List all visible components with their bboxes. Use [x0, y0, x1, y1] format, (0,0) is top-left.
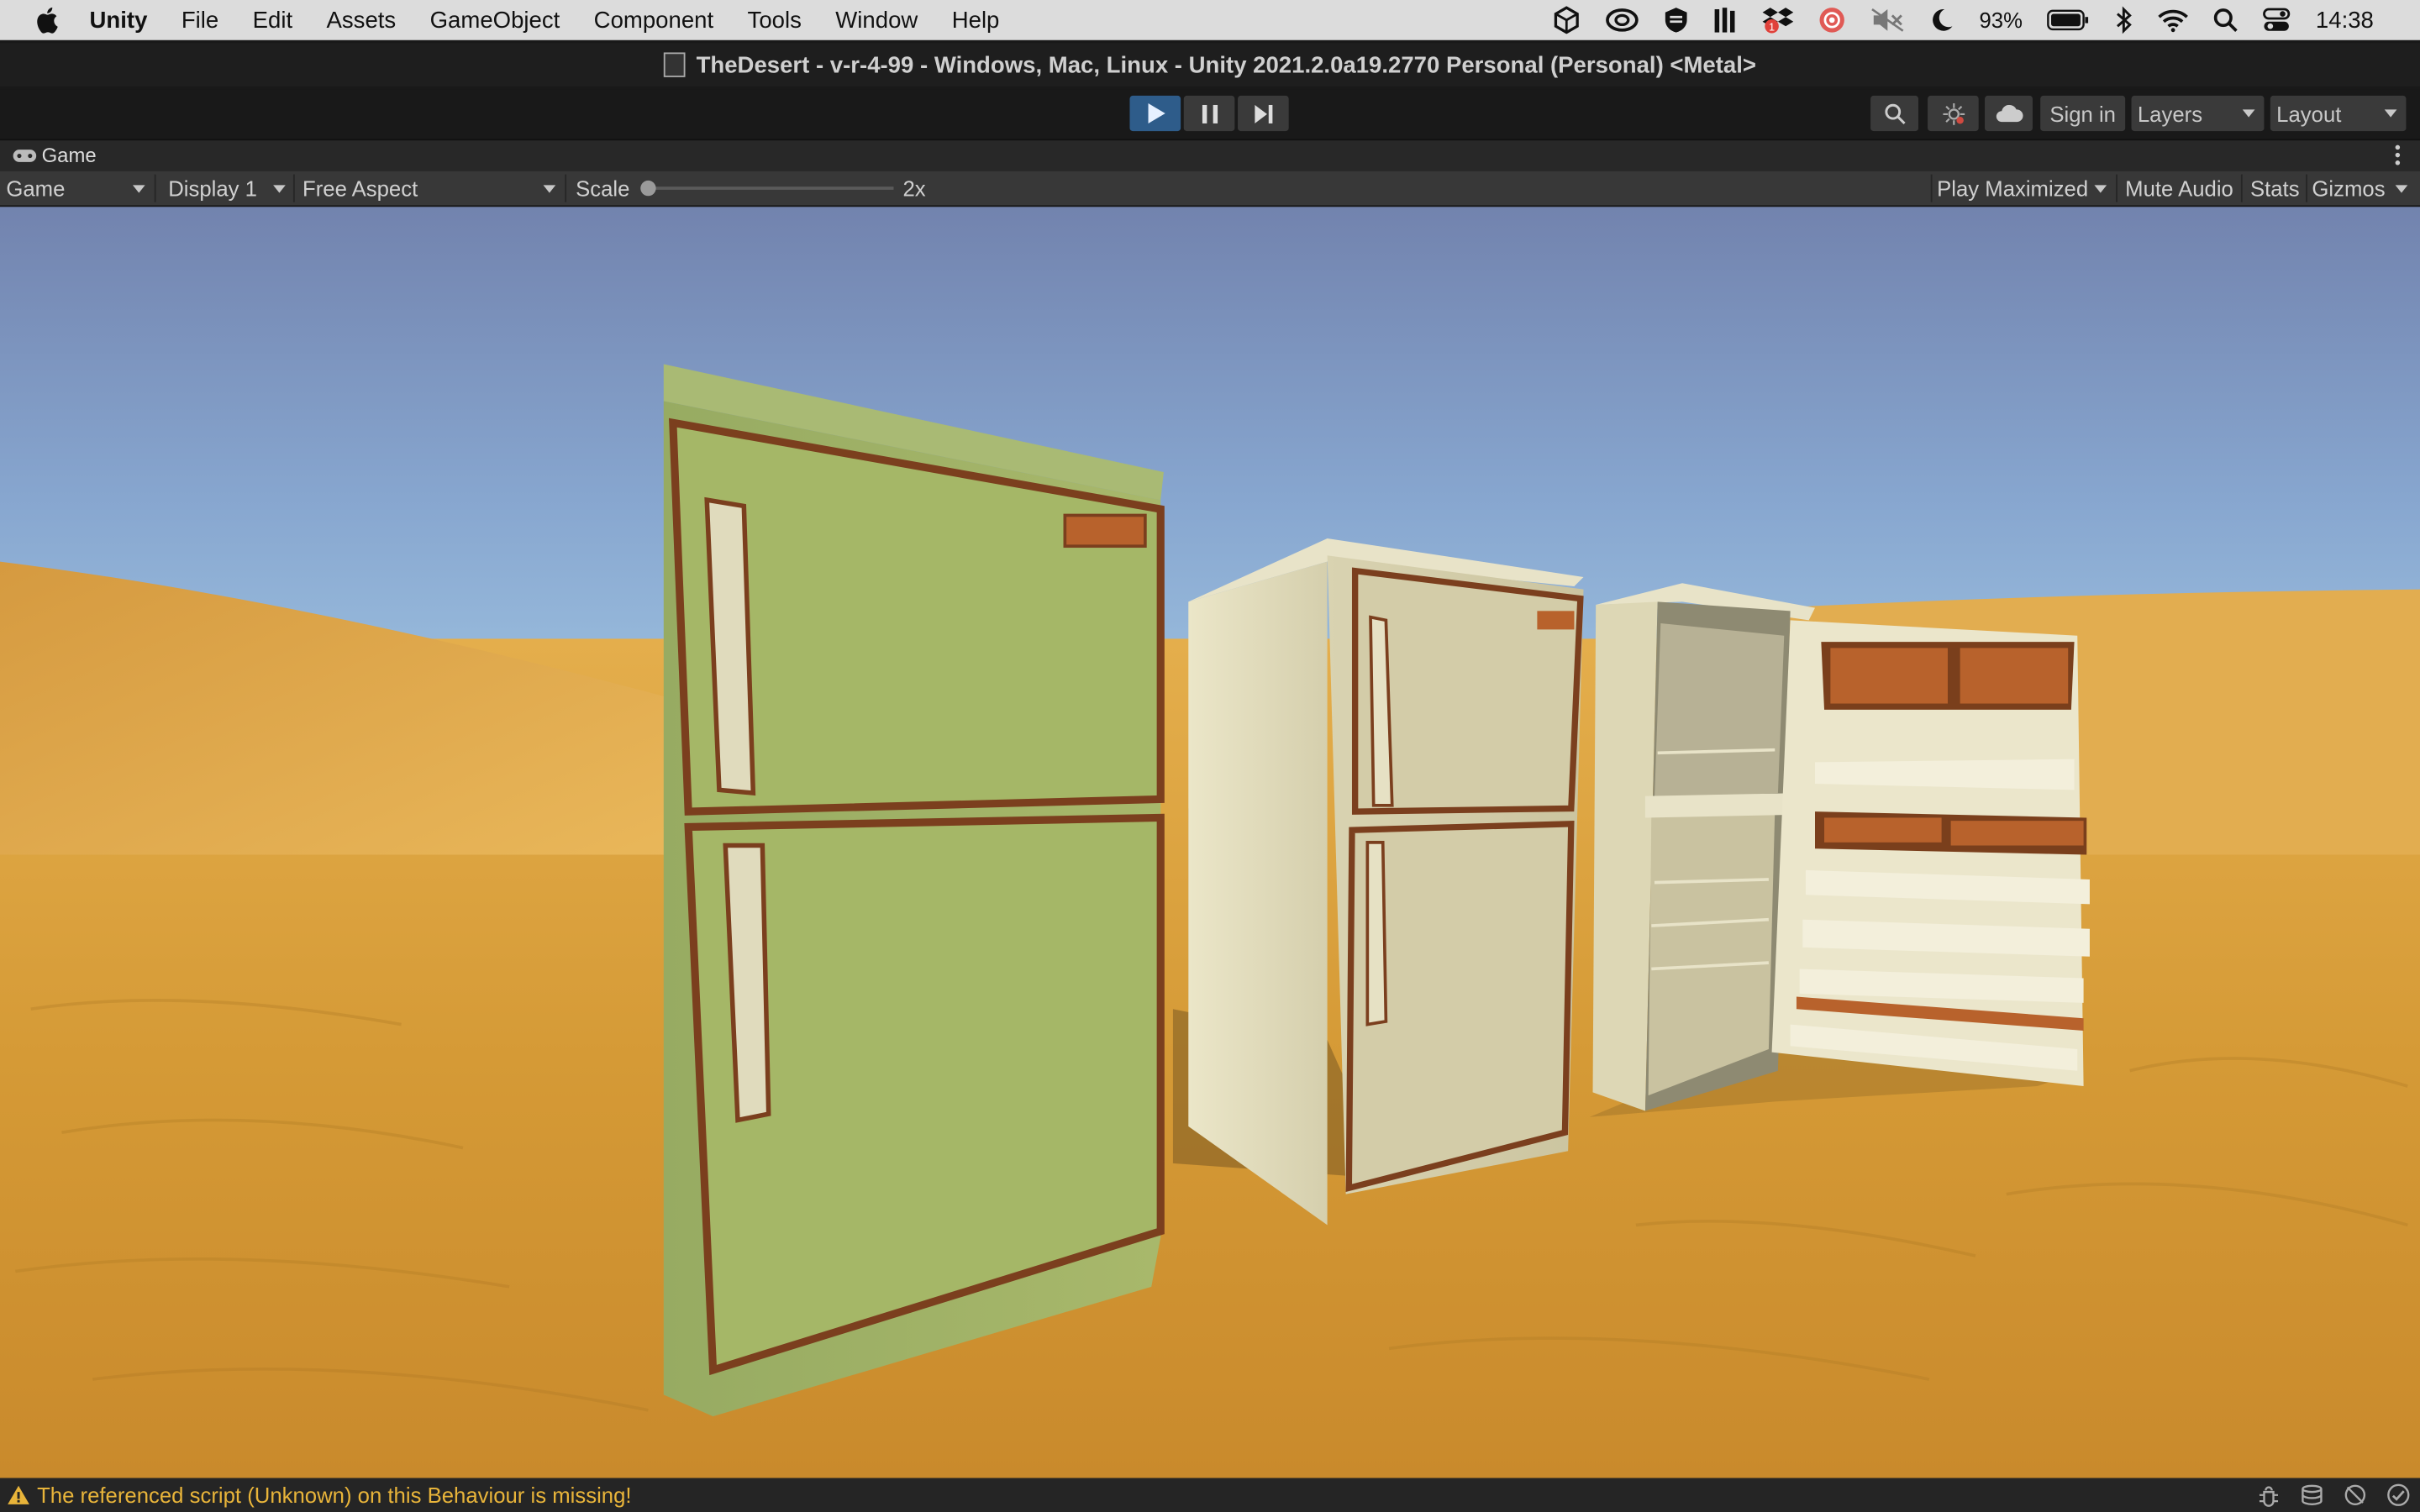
control-center-icon[interactable]: [2263, 8, 2291, 32]
display-select-label: Display 1: [168, 176, 257, 201]
view-select[interactable]: Game: [6, 171, 148, 205]
main-toolbar: Sign in Layers Layout: [0, 89, 2420, 139]
open-fridge: [1592, 583, 2090, 1111]
menu-app-unity[interactable]: Unity: [90, 7, 148, 33]
pause-icon: [1201, 103, 1218, 123]
play-button[interactable]: [1129, 95, 1181, 132]
sound-muted-icon[interactable]: [1871, 8, 1905, 32]
game-scene-render: [0, 207, 2420, 1478]
unity-hub-icon[interactable]: [1554, 6, 1581, 34]
game-view-viewport[interactable]: [0, 207, 2420, 1478]
menubar-clock[interactable]: 14:38: [2316, 7, 2374, 33]
layout-dropdown[interactable]: Layout: [2270, 95, 2407, 132]
window-title: TheDesert - v-r-4-99 - Windows, Mac, Lin…: [696, 51, 1757, 78]
menu-edit[interactable]: Edit: [253, 7, 292, 33]
panel-menu-icon[interactable]: [2395, 144, 2402, 169]
wifi-icon[interactable]: [2159, 8, 2190, 33]
scale-slider-handle[interactable]: [640, 180, 656, 197]
layers-label: Layers: [2137, 101, 2203, 126]
debug-bug-icon[interactable]: [2256, 1483, 2281, 1507]
chevron-down-icon: [543, 184, 556, 192]
vpn-shield-icon[interactable]: [1665, 6, 1689, 34]
aspect-select[interactable]: Free Aspect: [302, 171, 559, 205]
chevron-down-icon: [132, 184, 145, 192]
menu-file[interactable]: File: [182, 7, 218, 33]
scale-label: Scale: [576, 176, 630, 201]
apple-icon[interactable]: [34, 6, 67, 34]
menu-window[interactable]: Window: [835, 7, 918, 33]
stats-toggle[interactable]: Stats: [2250, 171, 2300, 205]
gizmos-dropdown[interactable]: [2392, 171, 2414, 205]
mute-audio-toggle[interactable]: Mute Audio: [2125, 171, 2233, 205]
scale-slider[interactable]: [640, 171, 894, 205]
chevron-down-icon: [2242, 109, 2255, 118]
record-icon[interactable]: [1818, 6, 1846, 34]
check-circle-icon[interactable]: [2386, 1483, 2411, 1507]
document-icon: [663, 52, 686, 77]
menu-tools[interactable]: Tools: [748, 7, 802, 33]
collab-icon: [1942, 102, 1965, 124]
search-icon: [1884, 102, 1905, 124]
spotlight-search-icon[interactable]: [2214, 8, 2238, 33]
aspect-select-label: Free Aspect: [302, 176, 418, 201]
chevron-down-icon: [273, 184, 286, 192]
layout-label: Layout: [2276, 101, 2342, 126]
creative-cloud-icon[interactable]: [1606, 8, 1639, 32]
bluetooth-icon[interactable]: [2115, 6, 2133, 34]
gamepad-icon: [13, 149, 37, 161]
dropbox-icon[interactable]: 1: [1763, 6, 1795, 34]
layers-dropdown[interactable]: Layers: [2131, 95, 2265, 132]
cream-fridge: [1188, 538, 1584, 1226]
macos-menu-bar: Unity File Edit Assets GameObject Compon…: [0, 0, 2420, 40]
step-icon: [1254, 103, 1272, 123]
view-select-label: Game: [6, 176, 66, 201]
sign-in-button[interactable]: Sign in: [2040, 95, 2126, 132]
play-maximized-dropdown[interactable]: Play Maximized: [1937, 171, 2110, 205]
display-select[interactable]: Display 1: [168, 171, 288, 205]
scale-value: 2x: [902, 176, 926, 201]
cloud-button[interactable]: [1985, 95, 2033, 132]
do-not-disturb-moon-icon[interactable]: [1930, 8, 1954, 32]
menu-component[interactable]: Component: [594, 7, 713, 33]
warning-icon: [8, 1485, 29, 1504]
tab-game[interactable]: Game: [13, 143, 97, 167]
window-title-bar: TheDesert - v-r-4-99 - Windows, Mac, Lin…: [0, 43, 2420, 87]
step-button[interactable]: [1238, 95, 1289, 132]
game-panel-header: Game: [0, 139, 2420, 173]
cloud-icon: [1995, 103, 2023, 122]
status-message: The referenced script (Unknown) on this …: [37, 1483, 632, 1508]
cache-server-icon[interactable]: [2300, 1483, 2324, 1507]
battery-percent: 93%: [1979, 8, 2023, 33]
chevron-down-icon: [2384, 109, 2397, 118]
library-books-icon[interactable]: [1714, 6, 1739, 34]
play-maximized-label: Play Maximized: [1937, 176, 2089, 201]
console-status-bar[interactable]: The referenced script (Unknown) on this …: [0, 1478, 2420, 1512]
green-fridge: [663, 364, 1165, 1417]
gizmos-toggle[interactable]: Gizmos: [2312, 171, 2386, 205]
play-icon: [1147, 103, 1165, 123]
menu-help[interactable]: Help: [952, 7, 1000, 33]
game-view-toolbar: Game Display 1 Free Aspect Scale 2x Play…: [0, 171, 2420, 207]
chevron-down-icon: [2094, 184, 2107, 192]
progress-disabled-icon[interactable]: [2343, 1483, 2367, 1507]
menu-gameobject[interactable]: GameObject: [430, 7, 560, 33]
tab-game-label: Game: [41, 143, 97, 167]
menu-assets[interactable]: Assets: [327, 7, 397, 33]
battery-icon[interactable]: [2047, 9, 2090, 31]
chevron-down-icon: [2395, 184, 2408, 192]
search-button[interactable]: [1870, 95, 1919, 132]
pause-button[interactable]: [1183, 95, 1235, 132]
svg-text:1: 1: [1770, 21, 1776, 34]
collab-button[interactable]: [1928, 95, 1979, 132]
